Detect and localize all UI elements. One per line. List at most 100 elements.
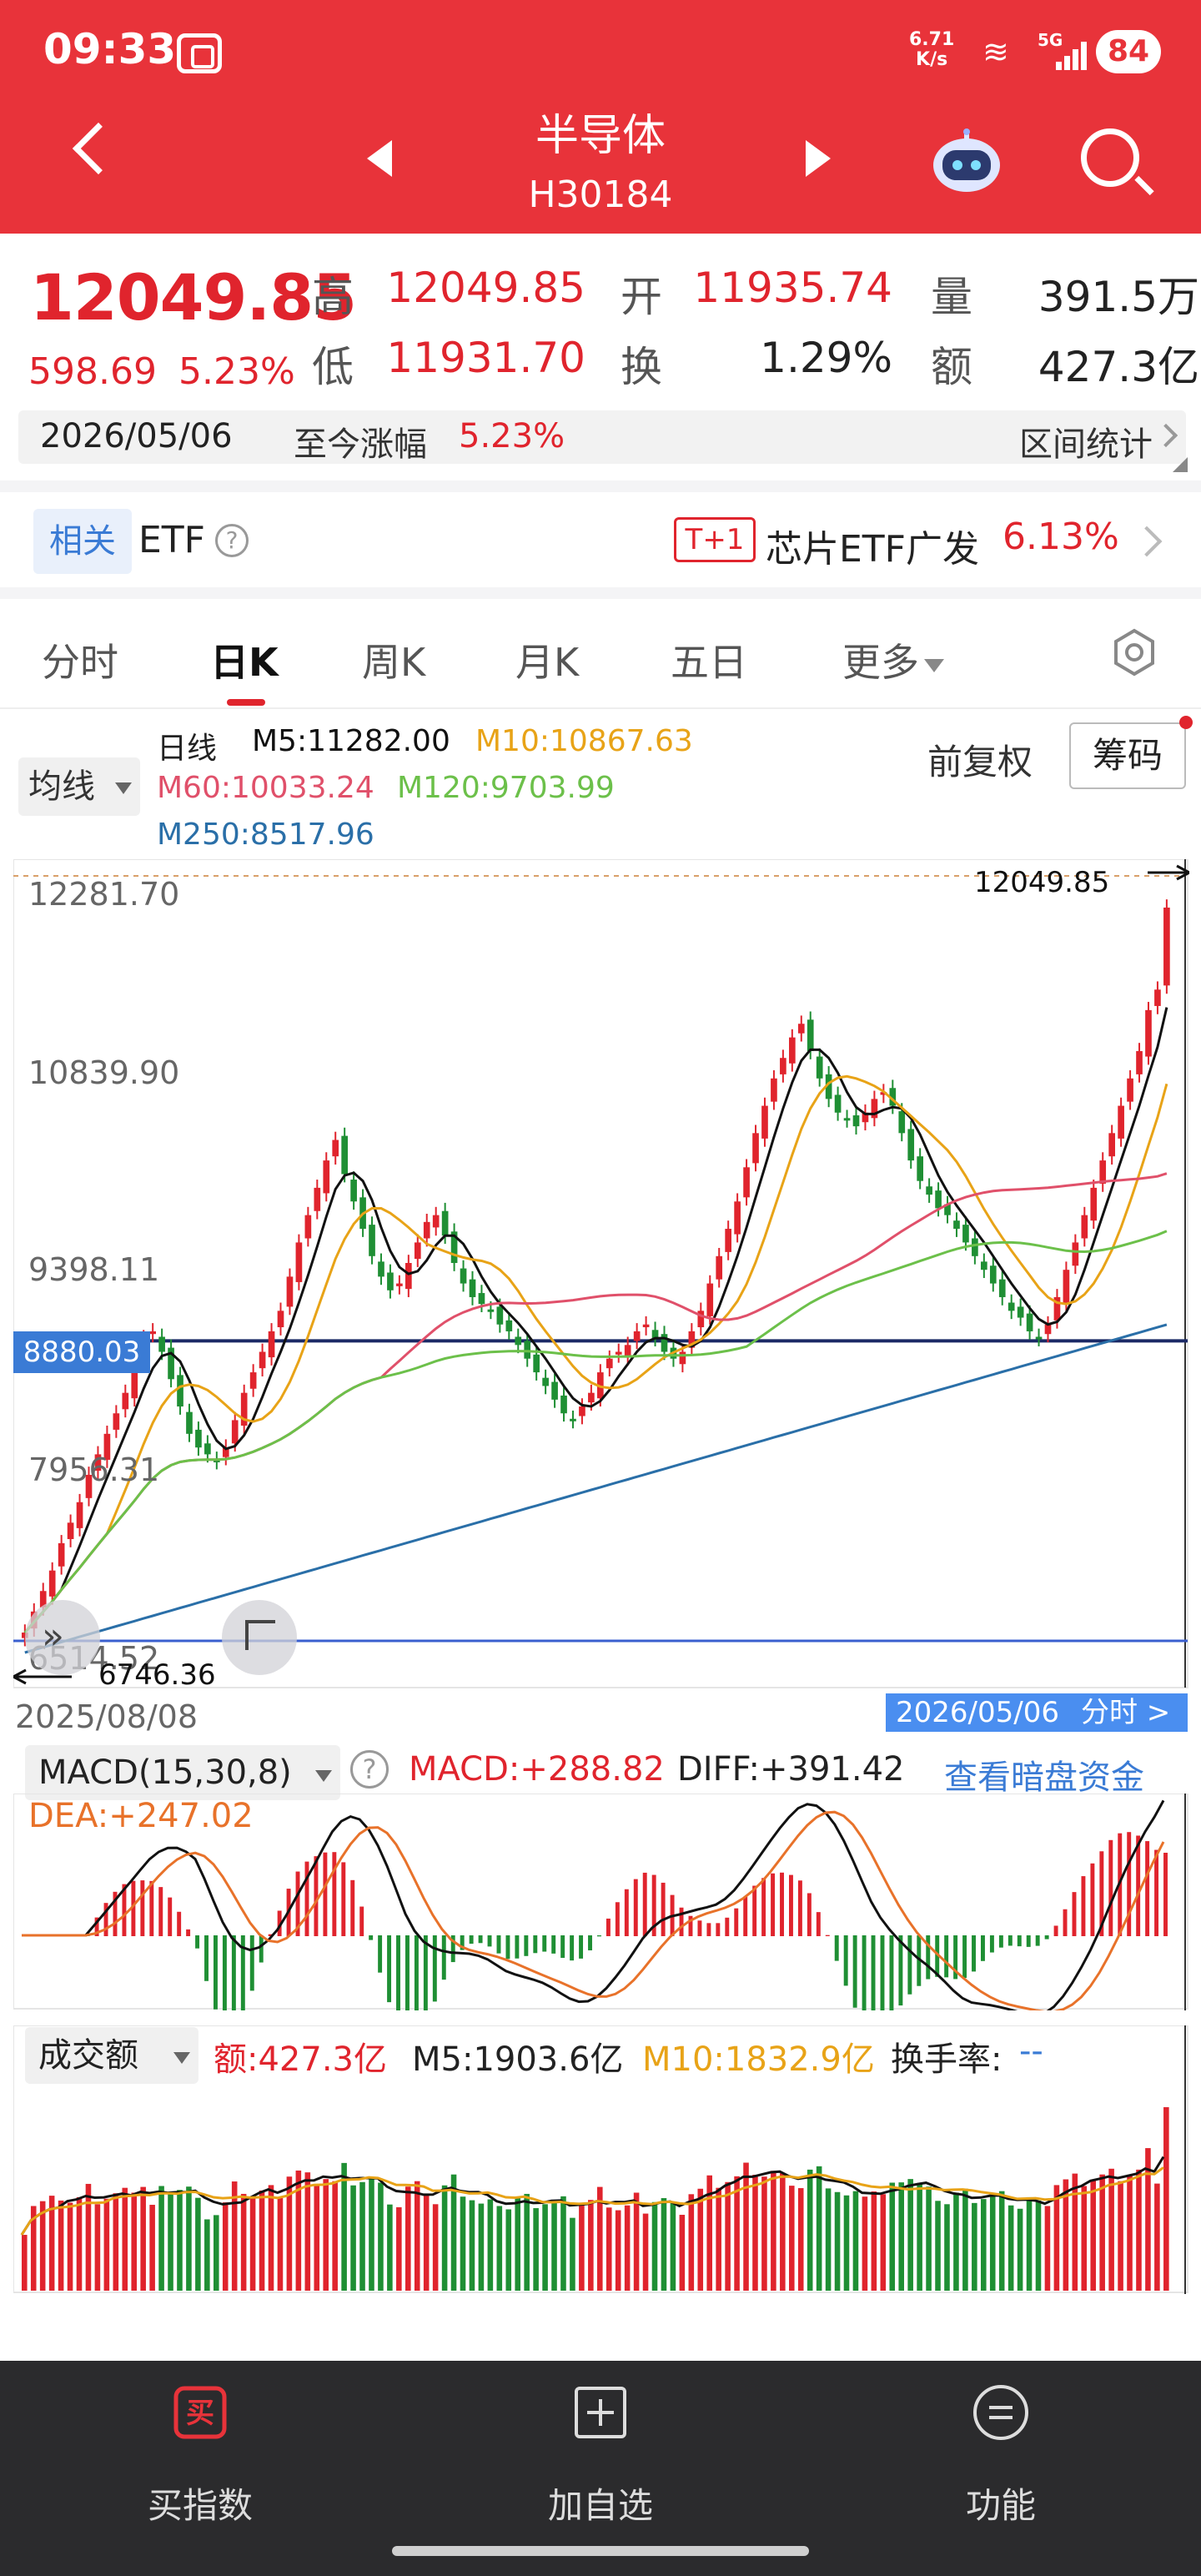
macd-bar bbox=[524, 1935, 529, 1956]
volume-bar bbox=[131, 2192, 137, 2291]
kline-chart[interactable] bbox=[13, 859, 1189, 1689]
volume-bar bbox=[1053, 2185, 1060, 2291]
ma-m60: M60:10033.24 bbox=[157, 771, 374, 805]
tab-monthly-k[interactable]: 月K bbox=[515, 632, 579, 687]
candle bbox=[405, 1262, 412, 1290]
dark-pool-link[interactable]: 查看暗盘资金 bbox=[944, 1750, 1144, 1799]
end-date-tag[interactable]: 2026/05/06 分时 > bbox=[886, 1693, 1188, 1732]
buy-index-button[interactable]: 买 买指数 bbox=[0, 2361, 400, 2576]
add-watchlist-button[interactable]: 加自选 bbox=[400, 2361, 801, 2576]
candle bbox=[972, 1238, 978, 1256]
volume-bar bbox=[323, 2179, 329, 2291]
status-time: 09:33 bbox=[43, 25, 177, 73]
volume-chart[interactable] bbox=[13, 2025, 1189, 2294]
volume-bar bbox=[1017, 2208, 1023, 2291]
volume-bar bbox=[661, 2198, 667, 2291]
chevron-right-icon[interactable] bbox=[1131, 526, 1163, 557]
functions-button[interactable]: 功能 bbox=[801, 2361, 1201, 2576]
volume-bar bbox=[186, 2186, 192, 2291]
macd-bar bbox=[998, 1935, 1003, 1948]
macd-bar bbox=[570, 1935, 575, 1961]
search-icon[interactable] bbox=[1081, 128, 1139, 187]
tab-daily-k[interactable]: 日K bbox=[210, 632, 279, 687]
settings-icon[interactable] bbox=[1109, 627, 1159, 677]
prev-stock-icon[interactable] bbox=[367, 140, 392, 177]
macd-bar bbox=[944, 1935, 949, 1978]
ma-select[interactable]: 均线 bbox=[18, 757, 140, 816]
candle bbox=[469, 1279, 476, 1297]
chip-button[interactable]: 筹码 bbox=[1069, 722, 1186, 789]
macd-bar bbox=[579, 1935, 584, 1959]
candle bbox=[633, 1331, 641, 1341]
robot-assistant-icon[interactable] bbox=[929, 128, 1004, 195]
candle bbox=[113, 1413, 120, 1430]
high-label: 高 bbox=[312, 273, 354, 321]
volume-bar bbox=[314, 2185, 320, 2291]
macd-bar bbox=[414, 1935, 419, 2010]
volume-bar bbox=[1035, 2200, 1042, 2291]
candle bbox=[1081, 1215, 1088, 1239]
macd-bar bbox=[195, 1935, 200, 1949]
candle bbox=[496, 1306, 504, 1325]
macd-bar bbox=[168, 1897, 173, 1936]
macd-bar bbox=[551, 1935, 556, 1954]
candle bbox=[286, 1276, 294, 1307]
home-indicator bbox=[392, 2546, 809, 2556]
macd-bar bbox=[469, 1935, 474, 1945]
candle bbox=[158, 1336, 165, 1352]
macd-chart[interactable] bbox=[13, 1794, 1189, 2010]
volume-bar bbox=[862, 2196, 868, 2291]
volume-bar bbox=[259, 2190, 265, 2291]
last-price-arrow bbox=[1148, 864, 1189, 881]
macd-bar bbox=[487, 1935, 492, 1947]
volume-bar bbox=[633, 2192, 640, 2291]
help-icon[interactable]: ? bbox=[215, 524, 249, 557]
candle bbox=[1163, 907, 1170, 986]
help-icon[interactable]: ? bbox=[350, 1750, 389, 1789]
volume-bar bbox=[1044, 2206, 1051, 2291]
date-bar[interactable]: 2026/05/06 至今涨幅 5.23% 区间统计 bbox=[18, 410, 1188, 472]
adjust-mode[interactable]: 前复权 bbox=[927, 734, 1033, 785]
candle bbox=[989, 1265, 997, 1284]
diff-value: DIFF:+391.42 bbox=[677, 1750, 905, 1789]
macd-bar bbox=[304, 1861, 309, 1936]
volume-bar bbox=[505, 2209, 512, 2291]
back-icon[interactable] bbox=[72, 122, 125, 175]
divider bbox=[0, 587, 1201, 599]
crosshair-price-tag: 8880.03 bbox=[13, 1331, 150, 1373]
macd-bar bbox=[862, 1935, 867, 2010]
macd-bar bbox=[780, 1872, 784, 1936]
tab-five-day[interactable]: 五日 bbox=[671, 632, 747, 687]
candle bbox=[816, 1056, 823, 1079]
candle bbox=[606, 1358, 613, 1369]
candle bbox=[1044, 1324, 1052, 1335]
volume-bar bbox=[277, 2197, 284, 2291]
candle bbox=[780, 1058, 786, 1074]
macd-bar bbox=[1145, 1841, 1150, 1936]
candle bbox=[807, 1019, 814, 1052]
volume-bar bbox=[113, 2193, 119, 2291]
tab-intraday[interactable]: 分时 bbox=[42, 632, 118, 687]
range-stats-link[interactable]: 区间统计 bbox=[1019, 417, 1153, 465]
candle bbox=[898, 1111, 906, 1134]
candle bbox=[725, 1229, 731, 1252]
candle bbox=[423, 1221, 430, 1239]
etf-name-link[interactable]: 芯片ETF广发 bbox=[766, 519, 979, 572]
candle bbox=[1026, 1313, 1033, 1331]
volume-bar bbox=[761, 2176, 767, 2291]
tab-more[interactable]: 更多 bbox=[842, 632, 944, 687]
macd-bar bbox=[560, 1935, 565, 1958]
fullscreen-button[interactable] bbox=[222, 1600, 297, 1675]
expand-left-button[interactable]: » bbox=[25, 1600, 100, 1675]
volume-bar bbox=[158, 2186, 164, 2291]
macd-bar bbox=[834, 1935, 839, 1961]
ma-m120: M120:9703.99 bbox=[397, 771, 615, 805]
t1-badge: T+1 bbox=[674, 517, 756, 562]
current-date: 2026/05/06 bbox=[40, 417, 233, 455]
add-watchlist-icon bbox=[575, 2387, 626, 2438]
volume-bar bbox=[989, 2195, 996, 2291]
tab-weekly-k[interactable]: 周K bbox=[362, 632, 425, 687]
macd-select[interactable]: MACD(15,30,8) bbox=[25, 1745, 340, 1800]
next-stock-icon[interactable] bbox=[806, 140, 831, 177]
macd-bar bbox=[1136, 1835, 1141, 1936]
